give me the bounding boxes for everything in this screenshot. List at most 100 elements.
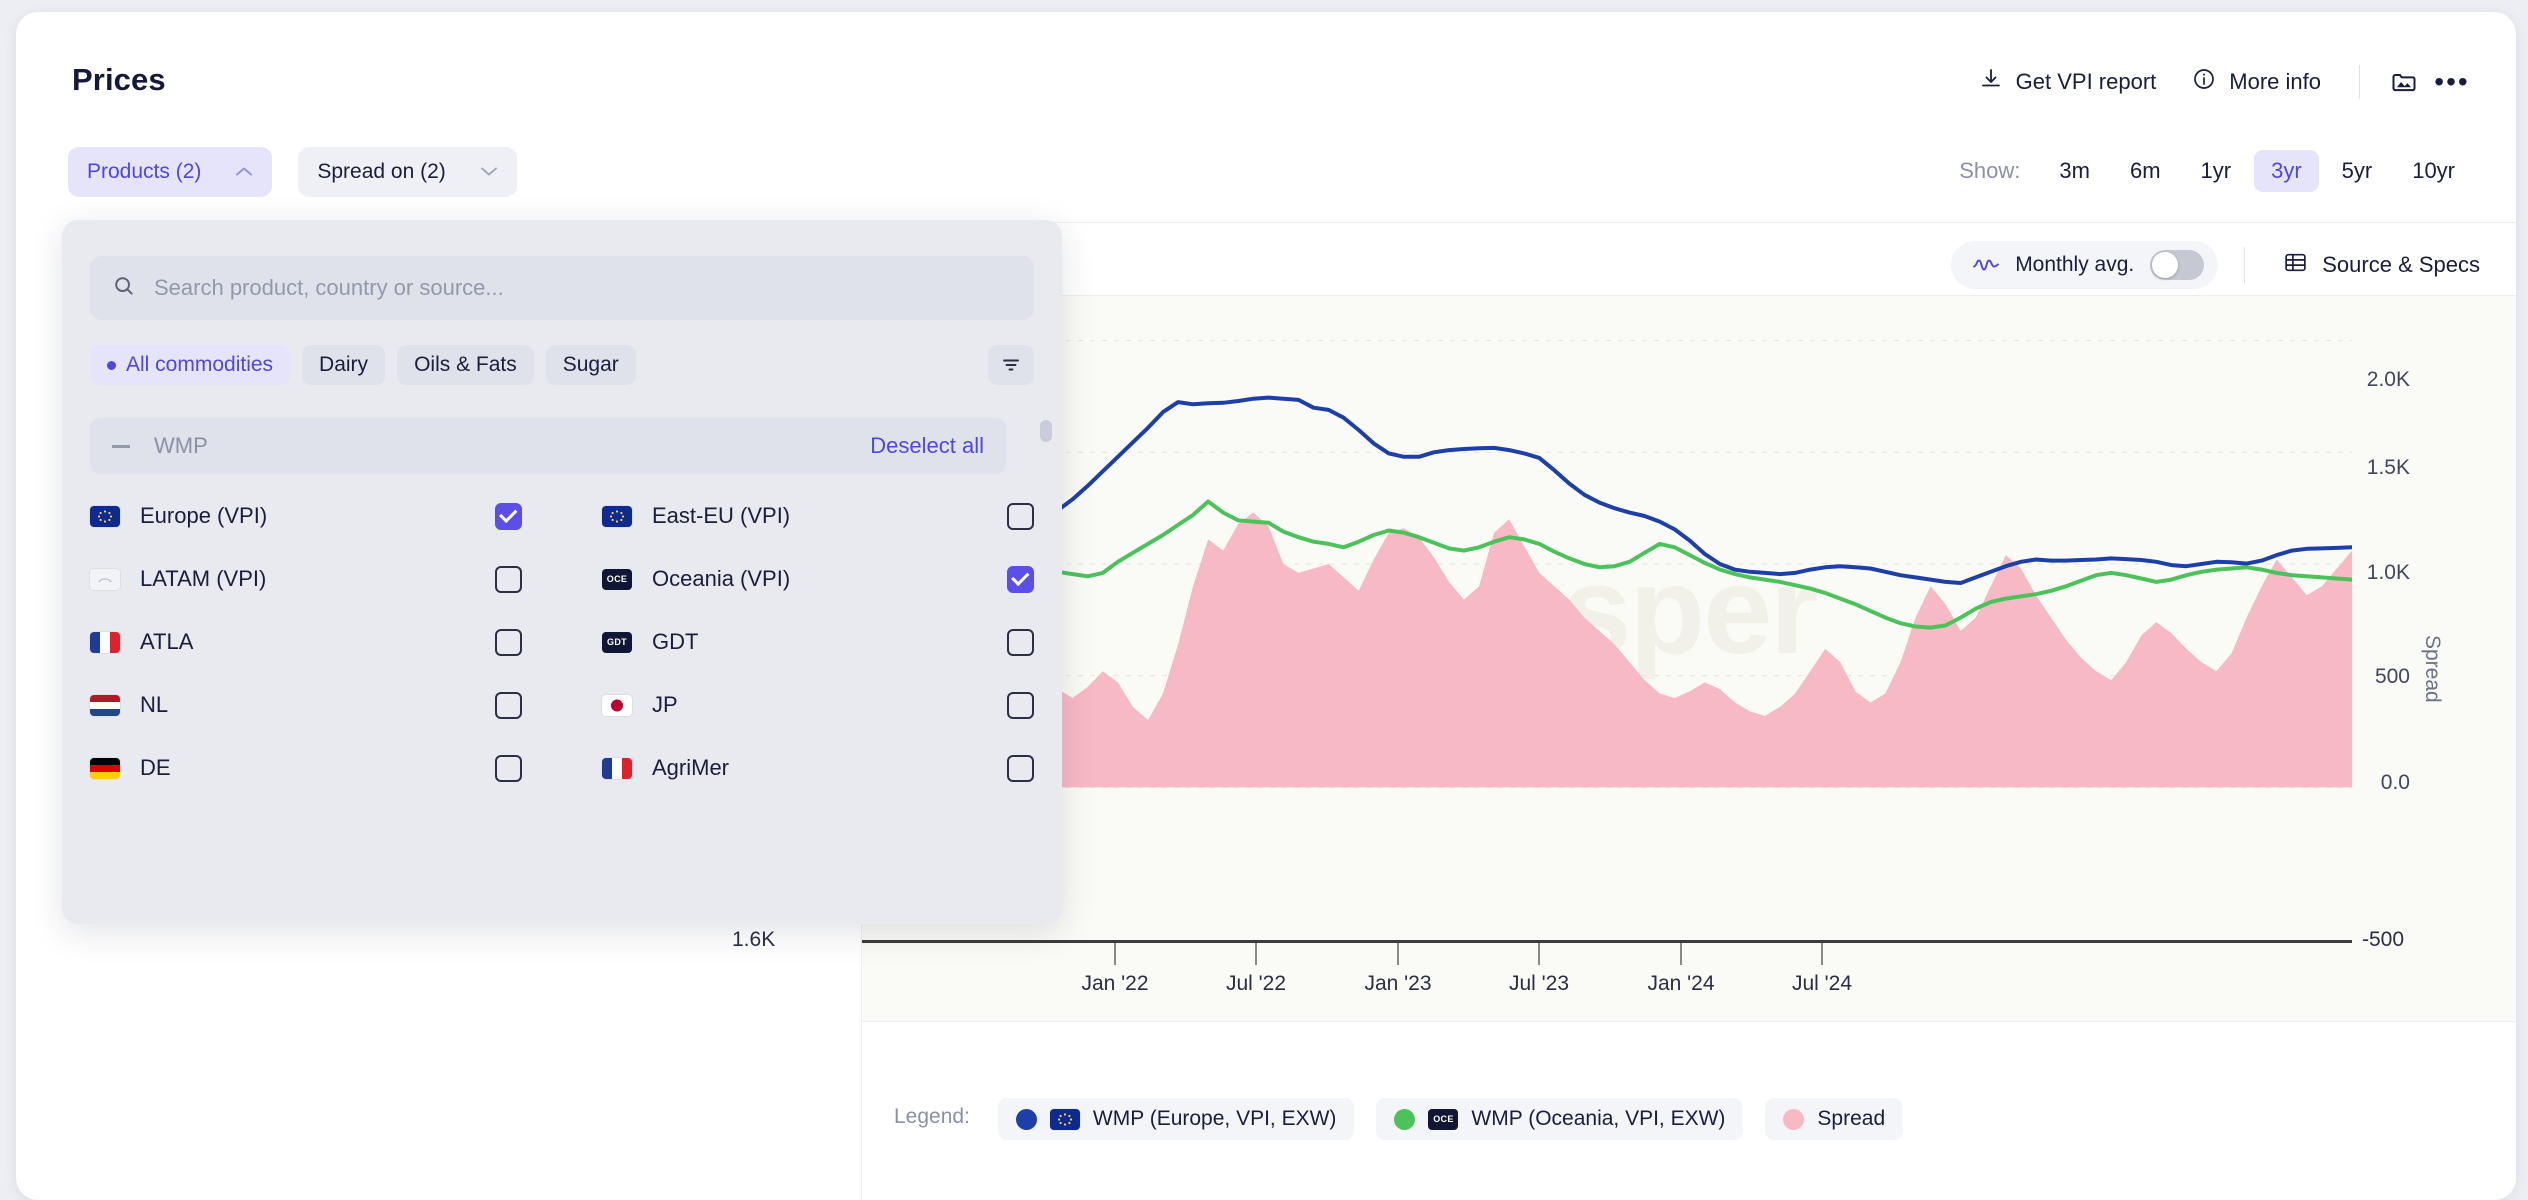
nl-flag-icon	[90, 694, 120, 716]
range-option-6m[interactable]: 6m	[2113, 150, 2178, 192]
selected-dot-icon	[107, 360, 116, 370]
eu-flag-icon	[602, 505, 632, 527]
category-chip-sugar-label: Sugar	[562, 353, 619, 376]
image-folder-icon[interactable]	[2380, 60, 2428, 104]
category-chip-oils-fats-label: Oils & Fats	[414, 353, 517, 376]
list-item-checkbox[interactable]	[495, 691, 522, 719]
more-horizontal-icon[interactable]: •••	[2428, 60, 2476, 104]
list-item-latam-vpi[interactable]: LATAM (VPI)	[90, 555, 522, 603]
list-item-checkbox[interactable]	[495, 628, 522, 656]
category-chips: All commodities Dairy Oils & Fats Sugar	[90, 345, 1034, 385]
x-tick-5	[1821, 943, 1823, 965]
range-option-3m[interactable]: 3m	[2042, 150, 2107, 192]
products-filter-label: Products (2)	[87, 160, 202, 183]
spread-on-filter-button[interactable]: Spread on (2)	[298, 147, 517, 197]
deselect-all-button[interactable]: Deselect all	[870, 433, 984, 459]
x-tick-4	[1680, 943, 1682, 965]
source-specs-label: Source & Specs	[2322, 252, 2480, 277]
search-placeholder: Search product, country or source...	[154, 275, 504, 300]
list-item-jp[interactable]: JP	[602, 681, 1034, 729]
list-item-label: DE	[140, 755, 171, 780]
list-item-checkbox[interactable]	[1007, 502, 1034, 530]
monthly-avg-toggle[interactable]: Monthly avg.	[1951, 241, 2219, 289]
list-item-checkbox[interactable]	[495, 754, 522, 782]
wave-icon	[1973, 254, 2000, 276]
category-chip-oils-fats[interactable]: Oils & Fats	[397, 345, 534, 385]
get-vpi-report-button[interactable]: Get VPI report	[1961, 61, 2175, 103]
x-tick-label-jul24: Jul '24	[1791, 972, 1853, 995]
source-specs-button[interactable]: Source & Specs	[2271, 243, 2492, 288]
chart-toolbar: Monthly avg. Source & Specs	[1951, 241, 2492, 289]
group-name-label: WMP	[154, 433, 208, 458]
list-item-checkbox[interactable]	[1007, 691, 1034, 719]
show-label: Show:	[1959, 158, 2021, 183]
header-divider	[2359, 65, 2360, 99]
legend-color-dot-spread	[1783, 1108, 1805, 1130]
chevron-down-icon	[480, 164, 498, 181]
products-dropdown-panel: Search product, country or source... All…	[62, 220, 1062, 924]
x-tick-3	[1538, 943, 1540, 965]
category-chip-all-commodities[interactable]: All commodities	[90, 345, 291, 385]
header-actions: Get VPI report More info •••	[1961, 60, 2476, 104]
fr-flag-icon	[602, 757, 632, 779]
legend-color-dot-oceania	[1394, 1108, 1416, 1130]
dropdown-scrollbar-thumb[interactable]	[1040, 420, 1052, 442]
legend-item-spread[interactable]: Spread	[1765, 1098, 1904, 1140]
oce-badge-icon: OCE	[1428, 1108, 1459, 1130]
legend-item-europe[interactable]: WMP (Europe, VPI, EXW)	[997, 1098, 1355, 1140]
range-option-3yr[interactable]: 3yr	[2254, 150, 2319, 192]
x-tick-label-jan24: Jan '24	[1647, 972, 1715, 995]
y-tick-2000: 2.0K	[2366, 368, 2410, 391]
monthly-avg-switch[interactable]	[2150, 250, 2205, 280]
chart-legend: Legend: WMP (Europe, VPI, EXW) OCE WMP (…	[862, 1021, 2516, 1200]
legend-item-oceania[interactable]: OCE WMP (Oceania, VPI, EXW)	[1376, 1098, 1744, 1140]
list-item-checkbox[interactable]	[495, 565, 522, 593]
monthly-avg-label: Monthly avg.	[2015, 253, 2135, 276]
legend-color-dot-europe	[1015, 1108, 1037, 1130]
list-item-de[interactable]: DE	[90, 744, 522, 792]
chart-plot-area[interactable]: sper	[862, 295, 2516, 898]
range-option-10yr[interactable]: 10yr	[2395, 150, 2472, 192]
list-item-label: JP	[652, 692, 678, 717]
eu-flag-icon	[1049, 1108, 1080, 1130]
list-item-nl[interactable]: NL	[90, 681, 522, 729]
list-item-europe-vpi[interactable]: Europe (VPI)	[90, 492, 522, 540]
range-option-5yr[interactable]: 5yr	[2325, 150, 2390, 192]
y-tick-0: 0.0	[2380, 771, 2410, 794]
list-item-agrimer[interactable]: AgriMer	[602, 744, 1034, 792]
category-chip-dairy[interactable]: Dairy	[302, 345, 386, 385]
list-item-atla[interactable]: ATLA	[90, 618, 522, 666]
x-tick-0	[1114, 943, 1116, 965]
legend-label: Legend:	[894, 1105, 970, 1128]
page-title: Prices	[72, 62, 166, 97]
chevron-up-icon	[235, 164, 253, 181]
list-item-label: LATAM (VPI)	[140, 566, 267, 591]
list-item-gdt[interactable]: GDT GDT	[602, 618, 1034, 666]
products-filter-button[interactable]: Products (2)	[68, 147, 273, 197]
x-axis-line	[862, 940, 2352, 943]
jp-flag-icon	[602, 694, 632, 716]
time-range-selector: Show: 3m 6m 1yr 3yr 5yr 10yr	[1959, 150, 2472, 192]
list-item-label: Europe (VPI)	[140, 503, 268, 528]
x-axis: 1.6K -500 Jan '22 Jul '22 Jan '23 Jul '2…	[732, 898, 2516, 1021]
list-item-label: Oceania (VPI)	[652, 566, 791, 591]
y-tick-1500: 1.5K	[2366, 456, 2410, 479]
filter-icon[interactable]	[988, 345, 1034, 385]
list-item-checkbox[interactable]	[495, 502, 522, 530]
list-item-east-eu-vpi[interactable]: East-EU (VPI)	[602, 492, 1034, 540]
list-item-checkbox[interactable]	[1007, 754, 1034, 782]
list-item-checkbox[interactable]	[1007, 628, 1034, 656]
list-item-label: ATLA	[140, 629, 194, 654]
range-option-1yr[interactable]: 1yr	[2184, 150, 2249, 192]
x-axis-right-label: -500	[2362, 928, 2405, 951]
de-flag-icon	[90, 757, 120, 779]
search-input[interactable]: Search product, country or source...	[90, 256, 1034, 320]
group-header-wmp[interactable]: WMP Deselect all	[90, 418, 1006, 474]
overflow-dots: •••	[2434, 65, 2470, 97]
list-item-oceania-vpi[interactable]: OCE Oceania (VPI)	[602, 555, 1034, 603]
list-item-checkbox[interactable]	[1007, 565, 1034, 593]
x-tick-label-jan22: Jan '22	[1081, 972, 1149, 995]
more-info-button[interactable]: More info	[2174, 61, 2339, 103]
download-icon	[1979, 67, 2003, 97]
category-chip-sugar[interactable]: Sugar	[545, 345, 636, 385]
